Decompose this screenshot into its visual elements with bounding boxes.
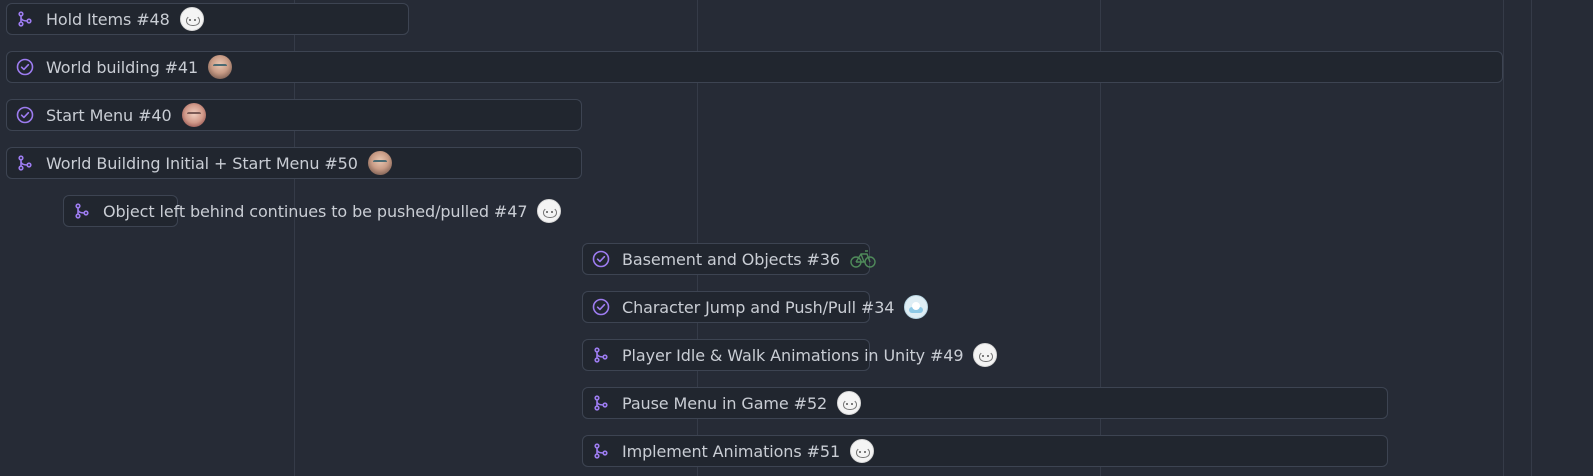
roadmap-item[interactable]: Character Jump and Push/Pull #34	[592, 291, 929, 323]
pull-request-icon	[16, 154, 34, 172]
item-title[interactable]: Hold Items #48	[46, 10, 170, 29]
pull-request-icon	[592, 394, 610, 412]
roadmap-item[interactable]: Basement and Objects #36	[592, 243, 876, 275]
cat-avatar	[179, 7, 204, 31]
pull-request-icon	[73, 202, 91, 220]
timeline-gridline	[1531, 0, 1532, 476]
closed-check-icon	[16, 58, 34, 76]
item-title[interactable]: Basement and Objects #36	[622, 250, 840, 269]
pull-request-icon	[592, 346, 610, 364]
closed-check-icon	[16, 106, 34, 124]
item-title[interactable]: World building #41	[46, 58, 198, 77]
pull-request-icon	[592, 442, 610, 460]
person-avatar-alt	[181, 103, 206, 127]
item-title[interactable]: Object left behind continues to be pushe…	[103, 202, 528, 221]
roadmap-timeline: Hold Items #48 World building #41 Start …	[0, 0, 1593, 476]
closed-check-icon	[592, 298, 610, 316]
cat-avatar	[837, 391, 862, 415]
cat-avatar	[850, 439, 875, 463]
bike-avatar	[850, 247, 876, 271]
roadmap-item[interactable]: Start Menu #40	[16, 99, 206, 131]
cloud-avatar	[904, 295, 929, 319]
closed-check-icon	[592, 250, 610, 268]
item-title[interactable]: Character Jump and Push/Pull #34	[622, 298, 894, 317]
timeline-gridline	[1503, 0, 1504, 476]
roadmap-item[interactable]: Object left behind continues to be pushe…	[73, 195, 562, 227]
roadmap-item[interactable]: World building #41	[16, 51, 233, 83]
person-avatar	[367, 151, 392, 175]
pull-request-icon	[16, 10, 34, 28]
roadmap-item[interactable]: Implement Animations #51	[592, 435, 875, 467]
cat-avatar	[537, 199, 562, 223]
item-title[interactable]: Player Idle & Walk Animations in Unity #…	[622, 346, 964, 365]
roadmap-item[interactable]: Pause Menu in Game #52	[592, 387, 862, 419]
cat-avatar	[973, 343, 998, 367]
item-title[interactable]: World Building Initial + Start Menu #50	[46, 154, 358, 173]
item-title[interactable]: Pause Menu in Game #52	[622, 394, 827, 413]
item-title[interactable]: Start Menu #40	[46, 106, 172, 125]
person-avatar	[208, 55, 233, 79]
roadmap-item[interactable]: Hold Items #48	[16, 3, 204, 35]
item-title[interactable]: Implement Animations #51	[622, 442, 840, 461]
roadmap-item[interactable]: World Building Initial + Start Menu #50	[16, 147, 392, 179]
roadmap-item[interactable]: Player Idle & Walk Animations in Unity #…	[592, 339, 998, 371]
